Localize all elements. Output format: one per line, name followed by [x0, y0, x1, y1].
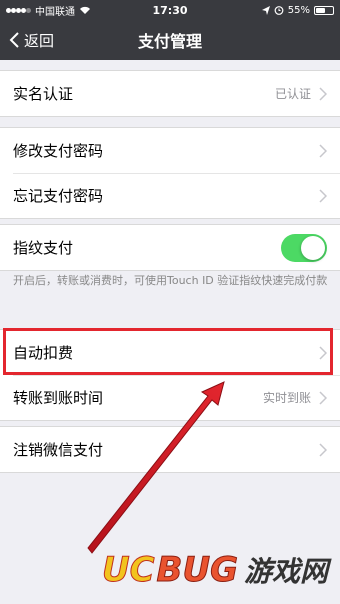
- watermark-part3: 游戏网: [243, 555, 328, 588]
- row-label: 忘记支付密码: [13, 187, 104, 205]
- back-label: 返回: [24, 31, 55, 50]
- row-real-name[interactable]: 实名认证 已认证: [0, 71, 340, 116]
- row-label: 实名认证: [13, 85, 74, 103]
- status-right: 55%: [261, 4, 334, 16]
- row-label: 注销微信支付: [13, 441, 104, 459]
- row-transfer-time[interactable]: 转账到账时间 实时到账: [0, 375, 340, 420]
- row-label: 指纹支付: [13, 239, 74, 257]
- back-button[interactable]: 返回: [0, 30, 54, 51]
- row-forgot-password[interactable]: 忘记支付密码: [0, 173, 340, 218]
- watermark-logo: UC BUG 游戏网: [101, 550, 328, 591]
- row-label: 转账到账时间: [13, 389, 104, 407]
- chevron-left-icon: [9, 32, 19, 48]
- status-bar: 中国联通 17:30 55%: [0, 0, 340, 20]
- wifi-icon: [80, 6, 90, 14]
- alarm-icon: [274, 6, 284, 15]
- row-fingerprint-pay: 指纹支付: [0, 225, 340, 270]
- battery-icon: [314, 5, 334, 15]
- location-icon: [261, 5, 270, 15]
- watermark-part2: BUG: [156, 550, 238, 591]
- group-payments: 自动扣费 转账到账时间 实时到账: [0, 329, 340, 421]
- row-auto-deduct[interactable]: 自动扣费: [0, 330, 340, 375]
- chevron-right-icon: [319, 188, 327, 203]
- nav-bar: 返回 支付管理: [0, 20, 340, 60]
- row-change-password[interactable]: 修改支付密码: [0, 128, 340, 173]
- chevron-right-icon: [319, 86, 327, 101]
- row-value: 已认证: [274, 87, 311, 101]
- watermark-part1: UC: [101, 550, 155, 591]
- row-label: 修改支付密码: [13, 142, 104, 160]
- group-fingerprint: 指纹支付: [0, 224, 340, 271]
- group-password: 修改支付密码 忘记支付密码: [0, 127, 340, 219]
- fingerprint-hint: 开启后，转账或消费时，可使用Touch ID 验证指纹快速完成付款: [13, 274, 328, 287]
- signal-icon: [6, 5, 31, 16]
- group-cancel: 注销微信支付: [0, 426, 340, 473]
- battery-percent: 55%: [287, 4, 310, 16]
- toggle-knob: [301, 235, 325, 260]
- carrier-label: 中国联通: [35, 6, 75, 18]
- fingerprint-toggle[interactable]: [281, 233, 327, 262]
- row-cancel-wechat-pay[interactable]: 注销微信支付: [0, 427, 340, 472]
- chevron-right-icon: [319, 143, 327, 158]
- group-verification: 实名认证 已认证: [0, 70, 340, 117]
- row-label: 自动扣费: [13, 344, 74, 362]
- row-value: 实时到账: [262, 391, 311, 405]
- status-left: 中国联通: [6, 3, 262, 18]
- chevron-right-icon: [319, 442, 327, 457]
- chevron-right-icon: [319, 390, 327, 405]
- chevron-right-icon: [319, 345, 327, 360]
